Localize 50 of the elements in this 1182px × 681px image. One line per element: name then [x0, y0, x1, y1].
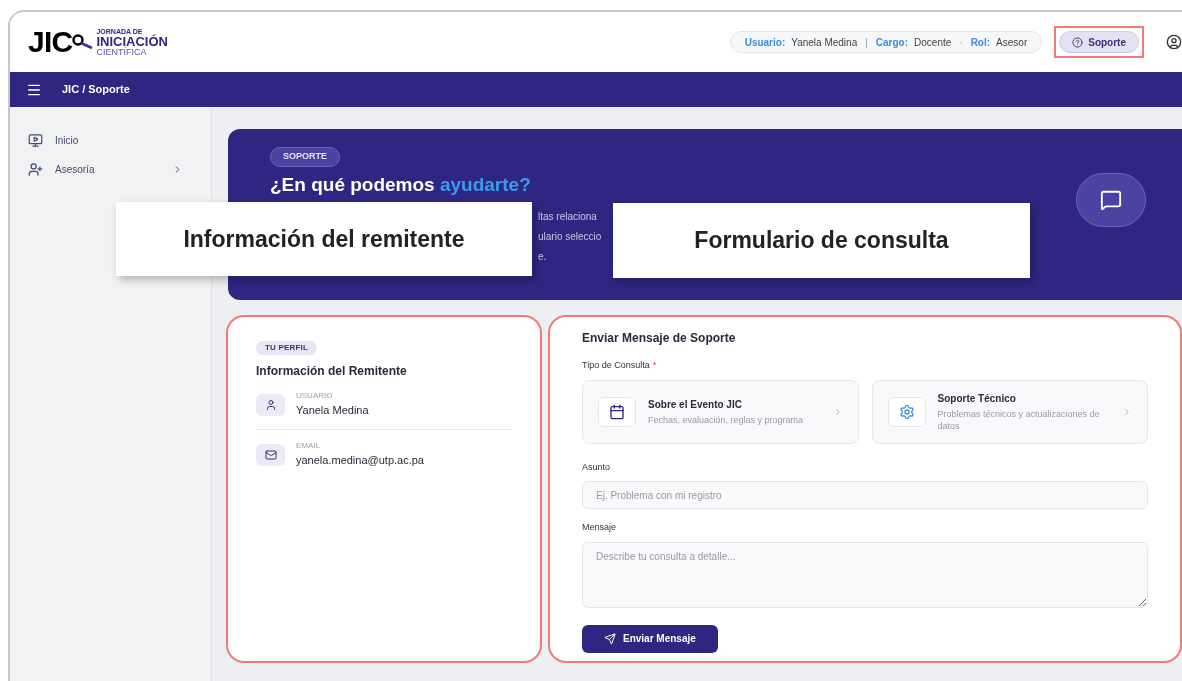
- field-label: Mensaje: [582, 521, 618, 534]
- field-label: Tipo de Consulta: [582, 359, 650, 372]
- info-value: Docente: [914, 35, 952, 50]
- card-title: Enviar Mensaje de Soporte: [582, 330, 737, 347]
- chat-icon: [1100, 189, 1122, 211]
- logo-mark: JIC: [28, 27, 73, 57]
- separator: ·: [958, 35, 964, 50]
- help-icon: [1072, 36, 1084, 48]
- subject-field[interactable]: Ej. Problema con mi registro: [582, 481, 1148, 509]
- option-card[interactable]: Sobre el Evento JIC Fechas, evaluación, reglas y programa: [582, 379, 859, 444]
- info-label: Cargo:: [875, 35, 909, 50]
- hero-description: ulario seleccio: [538, 230, 602, 244]
- settings-icon: [898, 403, 915, 420]
- support-button[interactable]: Soporte: [1059, 31, 1139, 53]
- sidebar-item[interactable]: Asesoría: [28, 162, 193, 177]
- calendar-icon: [609, 403, 625, 420]
- profile-badge: TU PERFIL: [256, 341, 318, 355]
- option-card[interactable]: Soporte Técnico Problemas técnicos y actualizaciones de datos: [871, 379, 1148, 444]
- chevron-icon: [1122, 406, 1132, 417]
- message-field[interactable]: Describe tu consulta a detalle...: [582, 541, 1148, 608]
- breadcrumb: JIC / Soporte: [62, 82, 130, 98]
- user-icon: [264, 399, 277, 411]
- sidebar-item[interactable]: Inicio: [28, 133, 193, 148]
- hero-description: ltas relaciona: [538, 210, 598, 224]
- send-icon: [604, 632, 616, 645]
- user-icon[interactable]: [1166, 34, 1182, 50]
- hero-badge: SOPORTE: [270, 147, 340, 167]
- info-label: Rol:: [970, 35, 991, 50]
- send-button[interactable]: Enviar Mensaje: [582, 624, 718, 653]
- required-mark: *: [652, 359, 657, 372]
- callout-label: Información del remitente: [116, 202, 532, 276]
- info-value: Yanela Medina: [791, 35, 858, 50]
- user-plus-icon: [28, 162, 43, 177]
- magnifier-icon: [72, 34, 95, 50]
- logo-text: INICIACIÓN: [96, 34, 168, 48]
- info-label: Usuario:: [744, 35, 786, 50]
- field-label: EMAIL: [296, 439, 321, 452]
- separator: |: [864, 35, 869, 50]
- card-title: Información del Remitente: [256, 363, 408, 380]
- hero-description: e.: [538, 250, 548, 264]
- field-value: yanela.medina@utp.ac.pa: [296, 452, 424, 468]
- logo-text: CIENTÍFICA: [96, 47, 148, 57]
- info-value: Asesor: [996, 35, 1028, 50]
- hero-title: ¿En qué podemos ayudarte?: [270, 172, 531, 197]
- callout-label: Formulario de consulta: [613, 203, 1030, 278]
- screen-icon: [28, 133, 43, 148]
- field-value: Yanela Medina: [296, 403, 369, 418]
- mail-icon: [264, 448, 277, 461]
- field-label: Asunto: [582, 460, 612, 474]
- field-label: USUARIO: [296, 390, 334, 402]
